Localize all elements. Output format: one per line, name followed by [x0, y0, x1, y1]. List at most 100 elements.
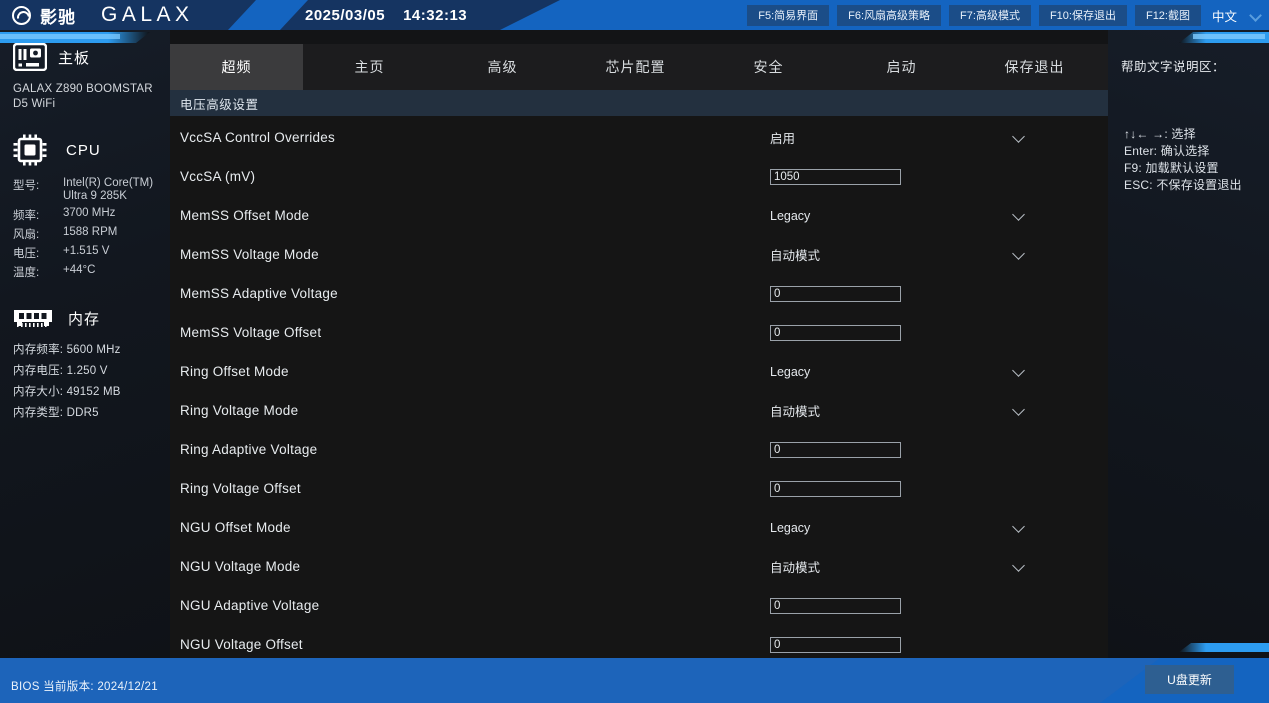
- setting-control: 自动模式: [770, 245, 1030, 264]
- dropdown-vccsa-control-overrides[interactable]: 启用: [770, 128, 1030, 147]
- setting-control: 0: [770, 636, 1030, 653]
- bios-window: 影驰 GALAX 2025/03/05 14:32:13 F5:简易界面 F6:…: [0, 0, 1269, 703]
- cpu-title: CPU: [66, 141, 101, 159]
- tab-boot[interactable]: 启动: [835, 44, 968, 90]
- tab-security[interactable]: 安全: [702, 44, 835, 90]
- dropdown-ring-offset-mode[interactable]: Legacy: [770, 365, 1030, 379]
- tab-strip-backdrop: [170, 30, 1108, 44]
- top-bar: 影驰 GALAX 2025/03/05 14:32:13 F5:简易界面 F6:…: [0, 0, 1269, 30]
- dropdown-memss-offset-mode[interactable]: Legacy: [770, 209, 1030, 223]
- chevron-down-icon[interactable]: [1013, 248, 1026, 261]
- input-ring-voltage-offset[interactable]: 0: [770, 480, 901, 497]
- tab-home[interactable]: 主页: [303, 44, 436, 90]
- fkey-f12-screenshot[interactable]: F12:截图: [1134, 4, 1201, 26]
- fkey-f10-save-exit[interactable]: F10:保存退出: [1038, 4, 1127, 26]
- setting-label: NGU Offset Mode: [180, 520, 291, 535]
- input-ngu-adaptive-voltage[interactable]: 0: [770, 597, 901, 614]
- input-vccsa-mv[interactable]: 1050: [770, 168, 901, 185]
- tab-overclock[interactable]: 超频: [170, 44, 303, 90]
- system-info-sidebar: 主板 GALAX Z890 BOOMSTAR D5 WiFi CPU 型号: I…: [0, 30, 170, 658]
- memory-row-type: 内存类型: DDR5: [13, 406, 99, 419]
- setting-row-ngu-offset-mode[interactable]: NGU Offset Mode Legacy: [170, 508, 1108, 547]
- dropdown-value: 自动模式: [770, 405, 821, 419]
- setting-row-vccsa-control-overrides[interactable]: VccSA Control Overrides 启用: [170, 118, 1108, 157]
- dropdown-value: Legacy: [770, 520, 811, 535]
- setting-label: Ring Voltage Offset: [180, 481, 301, 496]
- time-text: 14:32:13: [403, 6, 468, 24]
- setting-row-memss-voltage-offset[interactable]: MemSS Voltage Offset 0: [170, 313, 1108, 352]
- cpu-chip-icon: [13, 134, 47, 166]
- cpu-model-value: Intel(R) Core(TM) Ultra 9 285K: [63, 176, 154, 203]
- chevron-down-icon[interactable]: [1013, 209, 1026, 222]
- setting-row-ring-voltage-offset[interactable]: Ring Voltage Offset 0: [170, 469, 1108, 508]
- cpu-row-fan: 风扇: 1588 RPM: [13, 224, 157, 243]
- setting-row-memss-voltage-mode[interactable]: MemSS Voltage Mode 自动模式: [170, 235, 1108, 274]
- cpu-model-key: 型号:: [13, 179, 40, 192]
- setting-control: Legacy: [770, 365, 1030, 379]
- chevron-down-icon[interactable]: [1250, 10, 1261, 21]
- usb-update-button[interactable]: U盘更新: [1145, 665, 1234, 694]
- setting-row-memss-offset-mode[interactable]: MemSS Offset Mode Legacy: [170, 196, 1108, 235]
- setting-label: MemSS Offset Mode: [180, 208, 310, 223]
- help-accent-highlight: [1193, 34, 1265, 39]
- settings-content-panel: 电压高级设置 VccSA Control Overrides 启用 VccSA …: [170, 90, 1108, 658]
- setting-row-ngu-voltage-mode[interactable]: NGU Voltage Mode 自动模式: [170, 547, 1108, 586]
- setting-row-ngu-voltage-offset[interactable]: NGU Voltage Offset 0: [170, 625, 1108, 658]
- fkey-f5-simple-ui[interactable]: F5:简易界面: [747, 4, 830, 26]
- cpu-voltage-value: +1.515 V: [63, 244, 110, 257]
- help-key-esc: ESC: 不保存设置退出: [1124, 178, 1242, 192]
- dropdown-ngu-offset-mode[interactable]: Legacy: [770, 521, 1030, 535]
- chevron-down-icon[interactable]: [1013, 131, 1026, 144]
- chevron-down-icon[interactable]: [1013, 560, 1026, 573]
- setting-row-vccsa-mv[interactable]: VccSA (mV) 1050: [170, 157, 1108, 196]
- help-accent-bar-bottom: [1179, 643, 1269, 652]
- setting-label: MemSS Voltage Mode: [180, 247, 319, 262]
- motherboard-model: GALAX Z890 BOOMSTAR D5 WiFi: [13, 83, 153, 110]
- chevron-down-icon[interactable]: [1013, 365, 1026, 378]
- tab-save-exit[interactable]: 保存退出: [968, 44, 1101, 90]
- fkey-f6-fan-policy[interactable]: F6:风扇高级策略: [837, 4, 942, 26]
- fkey-f7-advanced-mode[interactable]: F7:高级模式: [949, 4, 1031, 26]
- cpu-info-block: CPU 型号: Intel(R) Core(TM) Ultra 9 285K 频…: [0, 134, 170, 281]
- dropdown-value: Legacy: [770, 208, 811, 223]
- input-memss-voltage-offset[interactable]: 0: [770, 324, 901, 341]
- setting-row-ring-adaptive-voltage[interactable]: Ring Adaptive Voltage 0: [170, 430, 1108, 469]
- cpu-frequency-key: 频率:: [13, 209, 40, 222]
- tab-chipset[interactable]: 芯片配置: [569, 44, 702, 90]
- cpu-row-frequency: 频率: 3700 MHz: [13, 205, 157, 224]
- dropdown-value: 自动模式: [770, 249, 821, 263]
- function-key-bar: F5:简易界面 F6:风扇高级策略 F7:高级模式 F10:保存退出 F12:截…: [747, 0, 1261, 30]
- galax-swirl-icon: [12, 5, 31, 25]
- dropdown-ring-voltage-mode[interactable]: 自动模式: [770, 401, 1030, 420]
- setting-label: Ring Adaptive Voltage: [180, 442, 318, 457]
- memory-row-voltage: 内存电压: 1.250 V: [13, 364, 108, 377]
- motherboard-heading: 主板: [13, 43, 157, 71]
- bottom-bar-wedge: [0, 658, 1160, 703]
- datetime-display: 2025/03/05 14:32:13: [305, 0, 467, 30]
- memory-info-block: 内存 内存频率: 5600 MHz 内存电压: 1.250 V 内存大小: 49…: [0, 307, 170, 422]
- setting-row-memss-adaptive-voltage[interactable]: MemSS Adaptive Voltage 0: [170, 274, 1108, 313]
- settings-row-list: VccSA Control Overrides 启用 VccSA (mV) 10…: [170, 116, 1108, 658]
- setting-row-ring-voltage-mode[interactable]: Ring Voltage Mode 自动模式: [170, 391, 1108, 430]
- motherboard-title: 主板: [58, 49, 91, 67]
- dropdown-ngu-voltage-mode[interactable]: 自动模式: [770, 557, 1030, 576]
- input-memss-adaptive-voltage[interactable]: 0: [770, 285, 901, 302]
- dropdown-value: Legacy: [770, 364, 811, 379]
- dropdown-memss-voltage-mode[interactable]: 自动模式: [770, 245, 1030, 264]
- input-ring-adaptive-voltage[interactable]: 0: [770, 441, 901, 458]
- chevron-down-icon[interactable]: [1013, 521, 1026, 534]
- input-ngu-voltage-offset[interactable]: 0: [770, 636, 901, 653]
- setting-row-ngu-adaptive-voltage[interactable]: NGU Adaptive Voltage 0: [170, 586, 1108, 625]
- tab-advanced[interactable]: 高级: [436, 44, 569, 90]
- memory-detail-list: 内存频率: 5600 MHz 内存电压: 1.250 V 内存大小: 49152…: [13, 338, 157, 422]
- dropdown-value: 启用: [770, 132, 796, 146]
- memory-heading: 内存: [13, 307, 157, 329]
- cpu-heading: CPU: [13, 134, 157, 166]
- setting-control: 自动模式: [770, 557, 1030, 576]
- cpu-frequency-value: 3700 MHz: [63, 206, 116, 219]
- chevron-down-icon[interactable]: [1013, 404, 1026, 417]
- setting-row-ring-offset-mode[interactable]: Ring Offset Mode Legacy: [170, 352, 1108, 391]
- language-selector[interactable]: 中文: [1209, 6, 1240, 25]
- setting-control: 自动模式: [770, 401, 1030, 420]
- dropdown-value: 自动模式: [770, 561, 821, 575]
